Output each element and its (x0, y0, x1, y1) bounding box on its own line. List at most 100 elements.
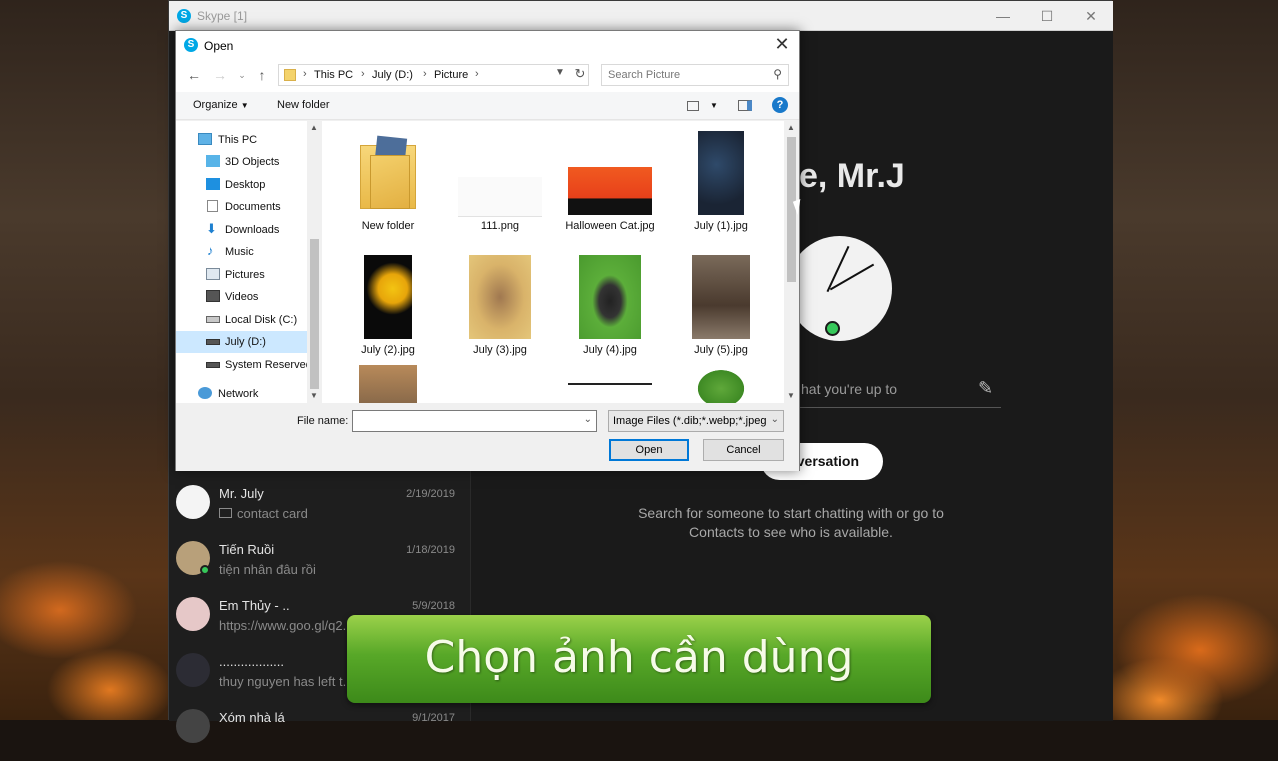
recent-locations-chevron-icon[interactable]: ⌄ (234, 67, 250, 83)
tree-item-system-reserved[interactable]: System Reserved (176, 354, 308, 376)
file-item-july-3[interactable]: July (3).jpg (450, 255, 550, 373)
image-thumbnail (698, 131, 744, 215)
cancel-button[interactable]: Cancel (703, 439, 784, 461)
folder-icon (284, 69, 296, 81)
file-name-input[interactable]: ⌄ (352, 410, 597, 432)
cube-icon (206, 155, 220, 167)
search-icon: ⚲ (773, 67, 782, 81)
back-arrow-icon[interactable]: ← (186, 67, 202, 83)
up-arrow-icon[interactable]: ↑ (254, 67, 270, 83)
file-item-july-1[interactable]: July (1).jpg (671, 131, 771, 249)
avatar (176, 597, 210, 631)
chevron-down-icon[interactable]: ⌄ (584, 414, 592, 425)
chat-item[interactable]: Tiến Ruồi 1/18/2019 tiện nhân đâu rồi (169, 537, 471, 593)
scroll-down-icon[interactable]: ▼ (787, 391, 795, 400)
chevron-right-icon: › (475, 68, 479, 80)
file-type-select[interactable]: Image Files (*.dib;*.webp;*.jpeg ⌄ (608, 410, 784, 432)
file-item-july-4[interactable]: July (4).jpg (560, 255, 660, 373)
empty-state-hint: Search for someone to start chatting wit… (638, 505, 944, 540)
mood-input[interactable]: hat you're up to (801, 381, 1001, 397)
chat-item[interactable]: Xóm nhà lá 9/1/2017 (169, 705, 471, 761)
file-item-111-png[interactable]: 111.png (450, 131, 550, 249)
scroll-up-icon[interactable]: ▲ (310, 123, 318, 132)
tree-item-music[interactable]: ♪ Music (176, 241, 308, 263)
image-thumbnail (469, 255, 531, 339)
drive-icon (206, 339, 220, 345)
file-name-label: File name: (297, 415, 349, 427)
chat-name: Mr. July (219, 486, 264, 501)
dialog-title: Open (204, 39, 234, 53)
organize-menu-button[interactable]: Organize ▼ (193, 99, 249, 111)
image-thumbnail (568, 383, 652, 403)
address-bar[interactable]: › This PC › July (D:) › Picture › ▼ ↻ (278, 64, 589, 86)
image-thumbnail (694, 367, 748, 403)
mood-underline (781, 407, 1001, 408)
forward-arrow-icon[interactable]: → (212, 67, 228, 83)
avatar (176, 653, 210, 687)
chat-name: .................. (219, 654, 285, 669)
address-dropdown-icon[interactable]: ▼ (555, 67, 565, 78)
open-file-dialog: S Open ✕ ← → ⌄ ↑ › This PC › July (D:) ›… (175, 30, 800, 471)
file-item-new-folder[interactable]: New folder (338, 131, 438, 249)
chat-name: Tiến Ruồi (219, 542, 275, 557)
tree-item-documents[interactable]: Documents (176, 196, 308, 218)
refresh-icon[interactable]: ↻ (571, 66, 589, 82)
maximize-icon[interactable]: ☐ (1025, 1, 1069, 31)
close-icon[interactable]: ✕ (1069, 1, 1113, 31)
image-thumbnail (692, 255, 750, 339)
window-title: Skype [1] (197, 9, 248, 23)
breadcrumb-item[interactable]: Picture (434, 69, 468, 81)
scrollbar-thumb[interactable] (787, 137, 796, 282)
download-icon: ⬇ (206, 221, 217, 236)
tree-item-downloads[interactable]: ⬇ Downloads (176, 219, 308, 241)
help-icon[interactable]: ? (772, 97, 788, 113)
tree-item-this-pc[interactable]: This PC (176, 129, 308, 151)
breadcrumb-item[interactable]: This PC (314, 69, 353, 81)
tree-item-desktop[interactable]: Desktop (176, 174, 308, 196)
file-list-scrollbar[interactable]: ▲ ▼ (784, 121, 799, 403)
dialog-close-icon[interactable]: ✕ (771, 34, 793, 56)
new-folder-button[interactable]: New folder (277, 99, 330, 111)
file-item-july-5[interactable]: July (5).jpg (671, 255, 771, 373)
skype-titlebar: S Skype [1] — ☐ ✕ (169, 1, 1113, 31)
open-button[interactable]: Open (609, 439, 689, 461)
tree-item-pictures[interactable]: Pictures (176, 264, 308, 286)
navigation-scrollbar[interactable]: ▲ ▼ (307, 121, 322, 403)
contact-card-icon (219, 508, 232, 518)
scroll-down-icon[interactable]: ▼ (310, 391, 318, 400)
chat-preview: https://www.goo.gl/q2... (219, 618, 354, 633)
image-thumbnail (359, 365, 417, 403)
pencil-icon[interactable]: ✎ (978, 378, 1000, 400)
dialog-footer: File name: ⌄ Image Files (*.dib;*.webp;*… (176, 403, 799, 471)
tree-item-local-disk[interactable]: Local Disk (C:) (176, 309, 308, 331)
view-dropdown-icon[interactable]: ▼ (710, 101, 718, 110)
scroll-up-icon[interactable]: ▲ (787, 123, 795, 132)
tree-item-videos[interactable]: Videos (176, 286, 308, 308)
chevron-right-icon: › (303, 68, 307, 80)
breadcrumb-item[interactable]: July (D:) (372, 69, 413, 81)
view-options-icon[interactable] (687, 101, 699, 111)
tree-item-july-d[interactable]: July (D:) (176, 331, 308, 353)
chat-date: 5/9/2018 (412, 600, 455, 612)
chat-date: 9/1/2017 (412, 712, 455, 724)
skype-logo-icon: S (184, 38, 198, 52)
pc-icon (198, 133, 212, 145)
preview-pane-icon[interactable] (738, 100, 752, 111)
folder-icon (360, 135, 416, 209)
minimize-icon[interactable]: — (981, 1, 1025, 31)
disk-icon (206, 316, 220, 323)
tree-item-3d-objects[interactable]: 3D Objects (176, 151, 308, 173)
file-item-halloween-cat[interactable]: Halloween Cat.jpg (560, 131, 660, 249)
chevron-down-icon: ⌄ (770, 414, 779, 425)
search-input[interactable]: Search Picture ⚲ (601, 64, 789, 86)
image-thumbnail (458, 177, 542, 217)
online-status-icon (825, 321, 840, 336)
tree-item-network[interactable]: Network (176, 383, 308, 405)
navigation-pane: This PC 3D Objects Desktop Documents ⬇ D… (176, 121, 322, 403)
avatar (176, 709, 210, 743)
pictures-icon (206, 268, 220, 280)
chat-item[interactable]: Mr. July 2/19/2019 contact card (169, 481, 471, 537)
file-item-july-2[interactable]: July (2).jpg (338, 255, 438, 373)
image-thumbnail (364, 255, 412, 339)
scrollbar-thumb[interactable] (310, 239, 319, 389)
